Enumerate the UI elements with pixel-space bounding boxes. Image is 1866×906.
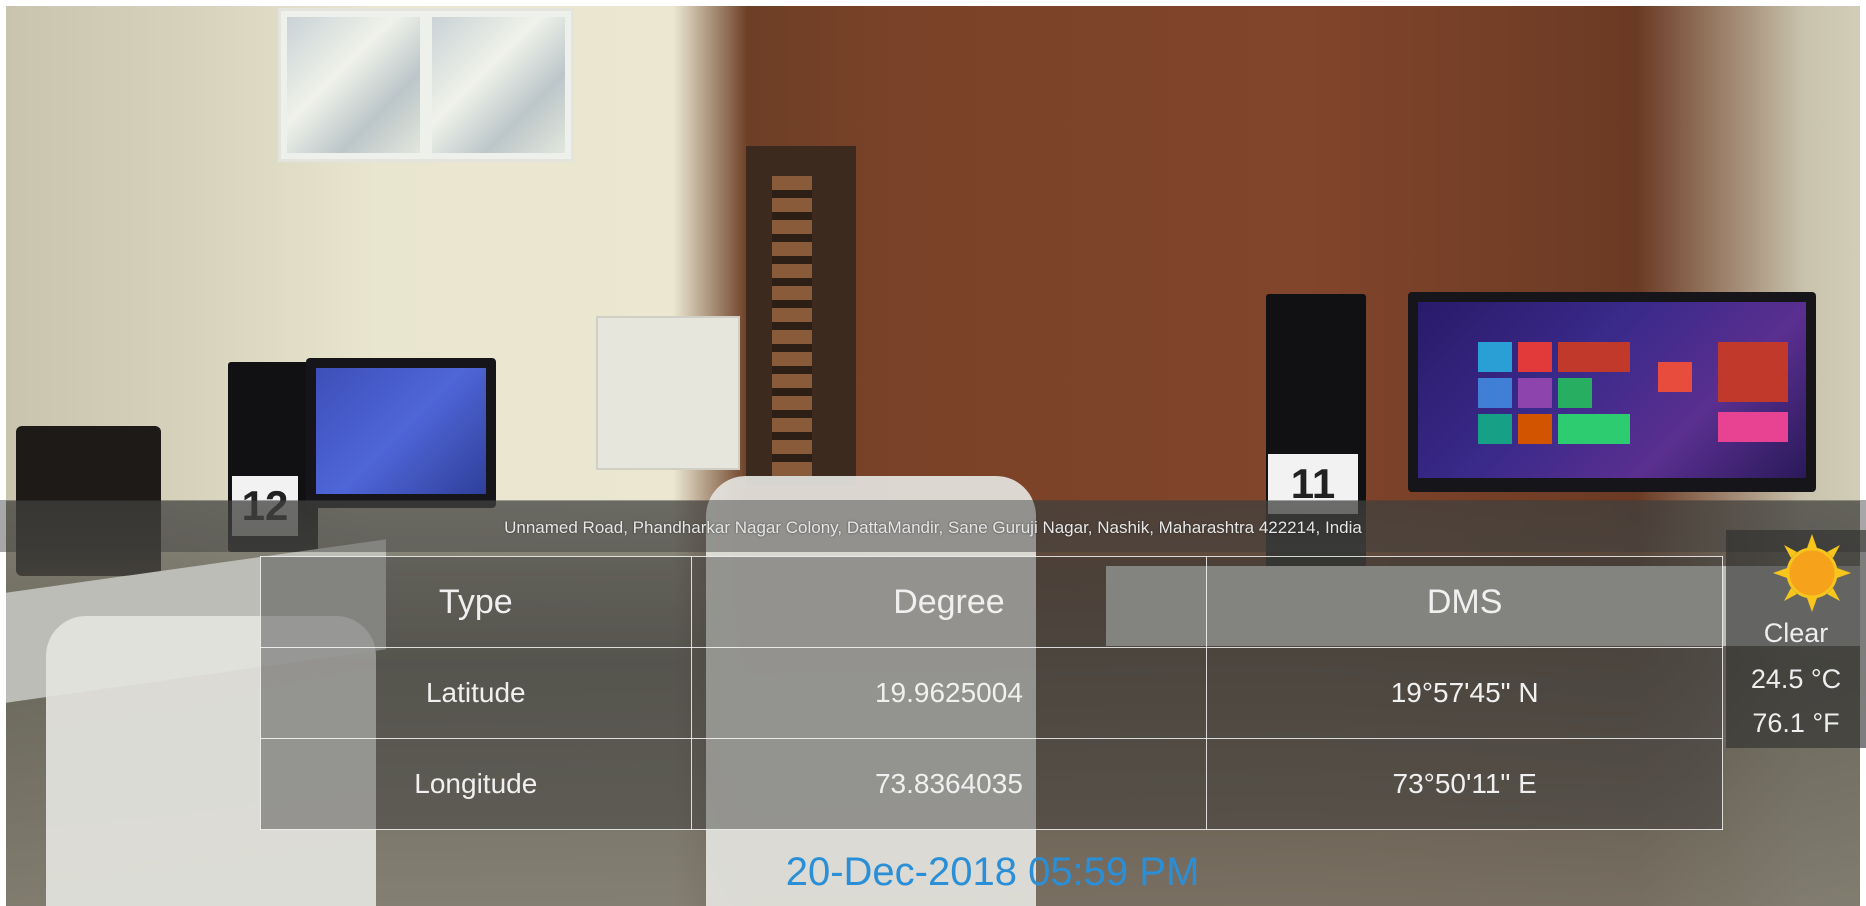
longitude-degree: 73.8364035 xyxy=(690,738,1208,830)
longitude-dms: 73°50'11" E xyxy=(1206,738,1723,830)
table-row: Longitude 73.8364035 73°50'11" E xyxy=(260,738,1723,830)
wall-poster xyxy=(278,8,574,162)
header-type: Type xyxy=(260,556,692,648)
weather-condition: Clear xyxy=(1763,618,1829,648)
coordinates-table: Type Degree DMS Latitude 19.9625004 19°5… xyxy=(260,556,1723,830)
address-text: Unnamed Road, Phandharkar Nagar Colony, … xyxy=(504,518,1362,537)
latitude-degree: 19.9625004 xyxy=(690,647,1208,739)
window xyxy=(746,146,856,486)
table-row: Latitude 19.9625004 19°57'45" N xyxy=(260,647,1723,739)
temperature-fahrenheit: 76.1 °F xyxy=(1752,708,1840,738)
header-degree: Degree xyxy=(690,556,1208,648)
temperature-celsius: 24.5 °C xyxy=(1750,664,1842,694)
table-header-row: Type Degree DMS xyxy=(260,556,1723,648)
sun-icon xyxy=(1773,534,1851,612)
power-socket xyxy=(596,316,740,470)
longitude-label: Longitude xyxy=(260,738,692,830)
right-monitor xyxy=(1408,292,1816,492)
latitude-dms: 19°57'45" N xyxy=(1206,647,1723,739)
latitude-label: Latitude xyxy=(260,647,692,739)
header-dms: DMS xyxy=(1206,556,1723,648)
weather-panel: Clear 24.5 °C 76.1 °F xyxy=(1726,530,1866,748)
timestamp: 20-Dec-2018 05:59 PM xyxy=(785,850,1200,894)
left-monitor xyxy=(306,358,496,508)
